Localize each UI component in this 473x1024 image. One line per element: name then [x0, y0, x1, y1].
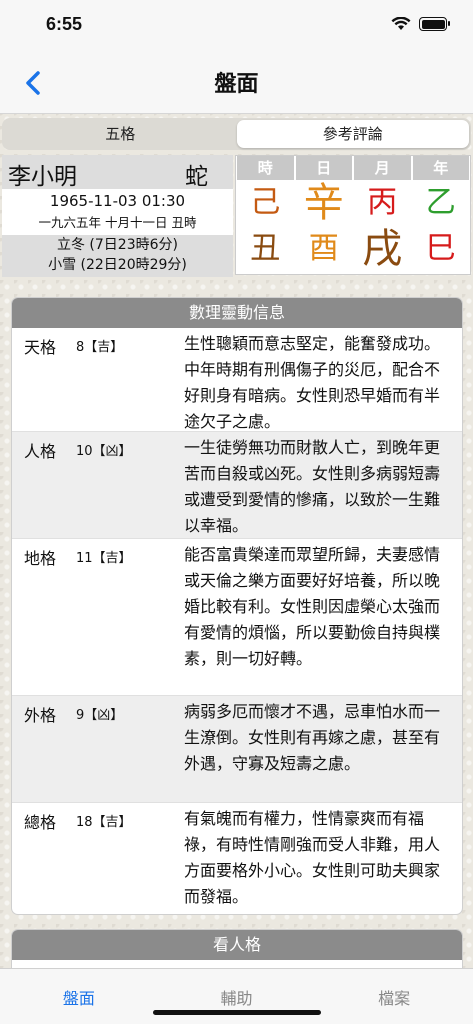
numerology-card: 數理靈動信息 天格 8【吉】 生性聰穎而意志堅定，能奮發成功。中年時期有刑偶傷子…	[12, 298, 462, 914]
segment-reference-review[interactable]: 參考評論	[236, 120, 469, 148]
tab-files[interactable]: 檔案	[315, 969, 473, 1024]
status-time: 6:55	[46, 14, 83, 34]
row-label: 人格	[24, 442, 57, 461]
pillar-header-hour: 時	[237, 156, 294, 180]
page-title: 盤面	[214, 72, 259, 97]
branch-year: 巳	[425, 231, 456, 266]
row-description: 一生徒勞無功而財散人亡，到晚年更苦而自殺或凶死。女性則多病弱短壽或遭受到愛情的慘…	[184, 438, 441, 535]
person-name: 李小明	[8, 164, 77, 190]
navigation-bar: 盤面	[0, 52, 473, 114]
card2-title: 看人格	[12, 930, 462, 960]
row-label: 總格	[24, 813, 57, 832]
profile-summary: 李小明 蛇 1965-11-03 01:30 一九六五年 十月十一日 丑時 立冬…	[2, 155, 233, 277]
personality-card: 看人格	[12, 930, 462, 970]
name-row: 李小明 蛇	[2, 155, 233, 190]
heavenly-stems: 己 辛 丙 乙	[236, 180, 470, 226]
tab-chart[interactable]: 盤面	[0, 969, 158, 1024]
tab-assist[interactable]: 輔助	[158, 969, 316, 1024]
branch-hour: 丑	[250, 231, 281, 266]
earthly-branches: 丑 酉 戌 巳	[236, 226, 470, 272]
row-number: 8【吉】	[76, 340, 124, 355]
card-title: 數理靈動信息	[12, 298, 462, 328]
lunar-date: 一九六五年 十月十一日 丑時	[2, 213, 233, 235]
row-description: 生性聰穎而意志堅定，能奮發成功。中年時期有刑偶傷子的災厄，配合不好則身有暗病。女…	[184, 334, 441, 431]
row-label: 天格	[24, 338, 57, 357]
branch-month: 戌	[362, 226, 403, 272]
row-description: 有氣魄而有權力，性情豪爽而有福祿，有時性情剛強而受人非難，用人方面要格外小心。女…	[184, 809, 441, 906]
segment-wuge[interactable]: 五格	[4, 120, 237, 148]
row-label: 外格	[24, 706, 57, 725]
row-number: 9【凶】	[76, 708, 124, 723]
row-number: 18【吉】	[76, 815, 132, 830]
solar-term-1: 立冬 (7日23時6分)	[2, 235, 233, 255]
stem-day: 辛	[303, 180, 344, 226]
table-row: 天格 8【吉】 生性聰穎而意志堅定，能奮發成功。中年時期有刑偶傷子的災厄，配合不…	[12, 328, 462, 432]
row-number: 11【吉】	[76, 551, 132, 566]
stem-hour: 己	[250, 185, 281, 220]
solar-term-2: 小雪 (22日20時29分)	[2, 255, 233, 277]
table-row: 地格 11【吉】 能否富貴榮達而眾望所歸，夫妻感情或天倫之樂方面要好好培養，所以…	[12, 539, 462, 696]
table-row: 總格 18【吉】 有氣魄而有權力，性情豪爽而有福祿，有時性情剛強而受人非難，用人…	[12, 803, 462, 913]
tab-bar: 盤面 輔助 檔案	[0, 968, 473, 1024]
battery-icon	[419, 17, 450, 31]
table-row: 人格 10【凶】 一生徒勞無功而財散人亡，到晚年更苦而自殺或凶死。女性則多病弱短…	[12, 432, 462, 539]
pillar-headers: 時 日 月 年	[236, 156, 470, 180]
home-indicator	[153, 1010, 321, 1015]
row-description: 病弱多厄而懷才不遇，忌車怕水而一生潦倒。女性則有再嫁之慮，甚至有外遇，守寡及短壽…	[184, 702, 441, 773]
branch-day: 酉	[308, 231, 339, 266]
row-description: 能否富貴榮達而眾望所歸，夫妻感情或天倫之樂方面要好好培養，所以晚婚比較有利。女性…	[184, 545, 441, 668]
segmented-control: 五格 參考評論	[0, 115, 473, 153]
stem-month: 丙	[367, 185, 398, 220]
pillar-header-month: 月	[354, 156, 411, 180]
status-bar: 6:55	[0, 0, 473, 52]
birth-datetime: 1965-11-03 01:30	[2, 189, 233, 213]
profile-header: 李小明 蛇 1965-11-03 01:30 一九六五年 十月十一日 丑時 立冬…	[0, 153, 473, 285]
pillar-header-year: 年	[412, 156, 469, 180]
wifi-icon	[391, 17, 411, 30]
row-number: 10【凶】	[76, 444, 132, 459]
four-pillars: 時 日 月 年 己 辛 丙 乙 丑 酉 戌 巳	[235, 155, 471, 275]
pillar-header-day: 日	[295, 156, 352, 180]
table-row: 外格 9【凶】 病弱多厄而懷才不遇，忌車怕水而一生潦倒。女性則有再嫁之慮，甚至有…	[12, 696, 462, 803]
status-icons	[391, 17, 450, 31]
zodiac-sign: 蛇	[185, 164, 208, 190]
stem-year: 乙	[425, 185, 456, 220]
row-label: 地格	[24, 549, 57, 568]
